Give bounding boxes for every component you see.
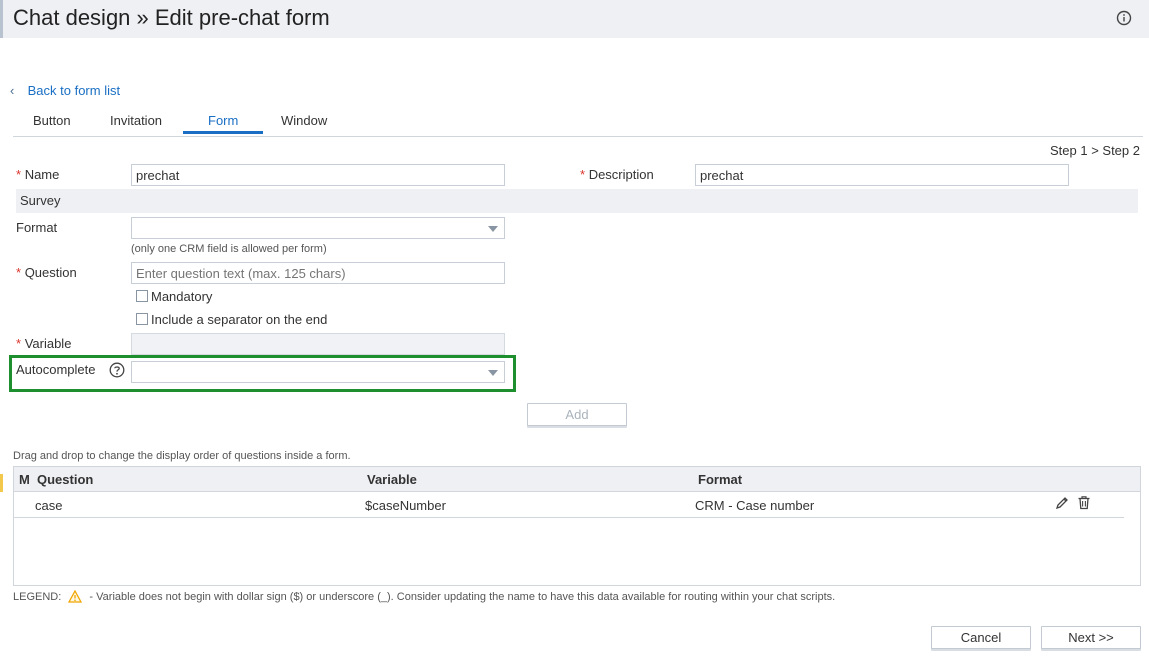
chevron-left-icon: ‹	[10, 83, 15, 98]
tab-button[interactable]: Button	[33, 113, 71, 128]
next-button[interactable]: Next >>	[1041, 626, 1141, 649]
cancel-button[interactable]: Cancel	[931, 626, 1031, 649]
page-title: Chat design » Edit pre-chat form	[13, 5, 330, 30]
variable-label: * Variable	[16, 336, 71, 351]
row-divider	[14, 517, 1124, 518]
questions-table: M Question Variable Format case $caseNum…	[13, 466, 1141, 586]
description-label: * Description	[580, 167, 654, 182]
name-input[interactable]	[131, 164, 505, 186]
help-icon[interactable]	[109, 362, 125, 378]
mandatory-label: Mandatory	[151, 289, 213, 304]
required-mark: *	[16, 167, 22, 182]
table-header: M Question Variable Format	[14, 467, 1140, 492]
survey-section-label: Survey	[20, 193, 61, 208]
pencil-icon[interactable]	[1055, 496, 1069, 510]
required-mark: *	[580, 167, 586, 182]
mandatory-checkbox[interactable]	[136, 290, 148, 302]
chevron-down-icon	[488, 370, 498, 376]
format-select[interactable]	[131, 217, 505, 239]
legend-text: - Variable does not begin with dollar si…	[89, 591, 836, 603]
back-to-form-list-link[interactable]: ‹ Back to form list	[10, 83, 120, 98]
active-tab-indicator	[183, 131, 263, 134]
name-label-text: Name	[24, 167, 60, 182]
column-header-variable: Variable	[367, 472, 417, 487]
row-marker	[0, 474, 3, 492]
info-icon[interactable]	[1116, 10, 1132, 26]
question-label: * Question	[16, 265, 77, 280]
tab-window[interactable]: Window	[281, 113, 327, 128]
cell-variable: $caseNumber	[365, 498, 446, 513]
required-mark: *	[16, 336, 22, 351]
column-header-m: M	[19, 472, 30, 487]
column-header-question: Question	[37, 472, 94, 487]
autocomplete-label: Autocomplete	[16, 362, 96, 377]
cell-question: case	[35, 498, 63, 513]
warning-icon	[68, 589, 83, 603]
autocomplete-select[interactable]	[131, 361, 505, 383]
separator-checkbox[interactable]	[136, 313, 148, 325]
question-input[interactable]	[131, 262, 505, 284]
description-input[interactable]	[695, 164, 1069, 186]
trash-icon[interactable]	[1077, 495, 1091, 510]
tab-invitation[interactable]: Invitation	[110, 113, 162, 128]
tab-form[interactable]: Form	[208, 113, 238, 128]
legend: LEGEND: - Variable does not begin with d…	[13, 589, 836, 603]
step-indicator: Step 1 > Step 2	[1050, 143, 1140, 158]
survey-section-bar	[16, 189, 1138, 213]
cell-format: CRM - Case number	[695, 498, 815, 513]
variable-input	[131, 333, 505, 355]
drag-drop-hint: Drag and drop to change the display orde…	[13, 450, 351, 462]
legend-prefix: LEGEND:	[13, 591, 62, 603]
question-label-text: Question	[24, 265, 77, 280]
chevron-down-icon	[488, 226, 498, 232]
format-label: Format	[16, 220, 58, 235]
description-label-text: Description	[588, 167, 654, 182]
add-button[interactable]: Add	[527, 403, 627, 426]
separator-label: Include a separator on the end	[151, 312, 328, 327]
back-link-label: Back to form list	[27, 83, 121, 98]
column-header-format: Format	[698, 472, 743, 487]
required-mark: *	[16, 265, 22, 280]
tab-bar: Button Invitation Form Window	[13, 106, 1143, 137]
variable-label-text: Variable	[24, 336, 72, 351]
name-label: * Name	[16, 167, 59, 182]
format-hint: (only one CRM field is allowed per form)	[131, 243, 327, 255]
